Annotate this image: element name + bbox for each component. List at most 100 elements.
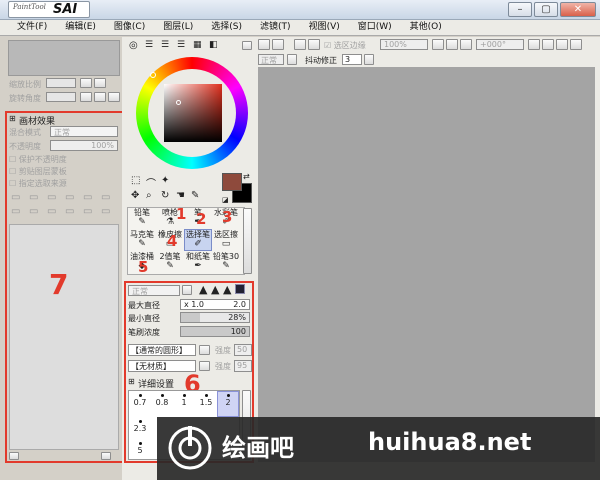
max-size-field[interactable]: x 1.0 2.0 — [180, 299, 250, 310]
draw-mode-button[interactable] — [287, 54, 297, 65]
rgb-slider-tab-icon[interactable]: ☰ — [145, 40, 153, 50]
tool-pencil-30[interactable]: 铅笔30 ✎ — [212, 252, 240, 272]
new-layerset-icon[interactable]: ▭ — [29, 192, 38, 203]
minimize-button[interactable]: – — [508, 2, 532, 17]
tool-washi-pen[interactable]: 和纸笔 ✒ — [184, 252, 212, 272]
rect-select-icon[interactable]: ⬚ — [131, 175, 140, 186]
hand-icon[interactable]: ☚ — [176, 190, 185, 201]
menu-image[interactable]: 图像(C) — [105, 20, 154, 35]
lasso-icon[interactable]: ⌒ — [146, 175, 156, 190]
menu-view[interactable]: 视图(V) — [300, 20, 349, 35]
brush-size-1-5[interactable]: 1.5 — [195, 392, 217, 418]
clear-layer-icon[interactable]: ▭ — [83, 192, 92, 203]
sv-picker-handle[interactable] — [176, 100, 181, 105]
saturation-value-square[interactable] — [164, 84, 222, 142]
layer-merge-down-icon[interactable]: ▭ — [65, 206, 74, 217]
shape-round-icon[interactable]: ▲ — [211, 283, 219, 296]
navigator-preview[interactable] — [8, 40, 120, 76]
swatch-tab-icon[interactable]: ▦ — [193, 40, 202, 50]
move-icon[interactable]: ✥ — [131, 190, 139, 201]
rotate-icon[interactable]: ↻ — [161, 190, 169, 201]
primary-color-swatch[interactable] — [222, 173, 242, 191]
rotate-right-button[interactable] — [94, 92, 106, 102]
menu-file[interactable]: 文件(F) — [8, 20, 56, 35]
opacity-slider[interactable]: 100% — [50, 140, 118, 151]
detail-expand-icon[interactable]: ⊞ — [128, 377, 135, 386]
draw-mode-select[interactable]: 正常 — [258, 54, 284, 65]
rotate-reset-canvas-button[interactable] — [556, 39, 568, 50]
tool-select-pen[interactable]: 选择笔 ✐ — [184, 229, 212, 251]
drawing-canvas[interactable] — [258, 67, 595, 462]
brush-mode-select[interactable]: 正常 — [128, 285, 180, 296]
tool-binary-pen[interactable]: 2值笔 ✎ — [156, 252, 184, 272]
menu-filter[interactable]: 滤镜(T) — [251, 20, 300, 35]
flip-button[interactable] — [570, 39, 582, 50]
hue-picker-handle[interactable] — [150, 72, 156, 78]
selection-visible-button[interactable] — [308, 39, 320, 50]
angle-field[interactable] — [46, 92, 76, 102]
layer-list[interactable] — [9, 224, 119, 450]
merge-layer-icon[interactable]: ▭ — [65, 192, 74, 203]
zoom-select[interactable]: 100% — [380, 39, 428, 50]
zoom-field[interactable] — [46, 78, 76, 88]
select-all-button[interactable] — [258, 39, 270, 50]
shape-strength-field[interactable]: 50 — [234, 344, 252, 356]
angle-select[interactable]: +000° — [476, 39, 524, 50]
restore-button[interactable]: ▢ — [534, 2, 558, 17]
layer-trash-icon[interactable]: ▭ — [101, 206, 110, 217]
reset-colors-icon[interactable]: ◪ — [222, 196, 229, 204]
layer-scroll-right[interactable] — [101, 452, 111, 460]
menu-window[interactable]: 窗口(W) — [349, 20, 401, 35]
brush-size-0-8[interactable]: 0.8 — [151, 392, 173, 418]
menu-layer[interactable]: 图层(L) — [154, 20, 202, 35]
layer-mask-icon[interactable]: ▭ — [11, 206, 20, 217]
rotate-ccw-button[interactable] — [528, 39, 540, 50]
density-slider[interactable]: 100 — [180, 326, 250, 337]
tool-marker[interactable]: 马克笔 ✎ — [128, 230, 156, 250]
brush-size-2[interactable]: 2 — [217, 391, 239, 417]
brush-shape-select[interactable]: 【通常的圆形】 — [128, 344, 196, 356]
shape-square-icon[interactable] — [235, 284, 245, 294]
shape-flat-icon[interactable]: ▲ — [199, 283, 207, 296]
layer-up-icon[interactable]: ▭ — [29, 206, 38, 217]
brush-size-1[interactable]: 1 — [173, 392, 195, 418]
stabilizer-select[interactable]: 3 — [342, 54, 362, 65]
menu-edit[interactable]: 编辑(E) — [56, 20, 105, 35]
zoom-plus-button[interactable] — [446, 39, 458, 50]
checkbox-selection-source[interactable]: ☐ 指定选取来源 — [9, 178, 67, 189]
layer-lock-icon[interactable]: ▭ — [83, 206, 92, 217]
shape-soft-icon[interactable]: ▲ — [223, 283, 231, 296]
tool-select-eraser[interactable]: 选区擦 ▭ — [212, 230, 240, 250]
blend-mode-select[interactable]: 正常 — [50, 126, 118, 137]
invert-selection-button[interactable] — [294, 39, 306, 50]
zoom-icon[interactable]: ⌕ — [146, 190, 152, 201]
checkbox-clipping-mask[interactable]: ☐ 剪贴图层蒙板 — [9, 166, 67, 177]
gradient-tab-icon[interactable]: ☰ — [177, 40, 185, 50]
color-wheel-tab-icon[interactable]: ◎ — [129, 40, 138, 51]
brush-shape-dropdown[interactable] — [199, 345, 210, 355]
brush-size-0-7[interactable]: 0.7 — [129, 392, 151, 418]
zoom-in-button[interactable] — [94, 78, 106, 88]
swap-colors-icon[interactable]: ⇄ — [243, 172, 250, 181]
zoom-out-button[interactable] — [80, 78, 92, 88]
tool-scrollbar[interactable] — [243, 208, 252, 274]
menu-other[interactable]: 其他(O) — [401, 20, 451, 35]
tool-pencil[interactable]: 铅笔 ✎ — [128, 208, 156, 228]
menu-select[interactable]: 选择(S) — [202, 20, 251, 35]
eyedropper-icon[interactable]: ✎ — [191, 190, 199, 201]
rotate-left-button[interactable] — [80, 92, 92, 102]
antialias-checkbox[interactable]: ☑ 选区边缘 — [324, 40, 366, 51]
zoom-reset-button[interactable] — [460, 39, 472, 50]
zoom-minus-button[interactable] — [432, 39, 444, 50]
checkbox-protect-opacity[interactable]: ☐ 保护不透明度 — [9, 154, 67, 165]
layer-scroll-left[interactable] — [9, 452, 19, 460]
layer-down-icon[interactable]: ▭ — [47, 206, 56, 217]
hsv-slider-tab-icon[interactable]: ☰ — [161, 40, 169, 50]
stabilizer-dropdown[interactable] — [364, 54, 374, 65]
magic-wand-icon[interactable]: ✦ — [161, 175, 169, 186]
copy-layer-icon[interactable]: ▭ — [47, 192, 56, 203]
brush-mode-button[interactable] — [182, 285, 192, 295]
color-panel-menu-button[interactable] — [242, 41, 252, 50]
delete-layer-icon[interactable]: ▭ — [101, 192, 110, 203]
brush-size-5[interactable]: 5 — [129, 440, 151, 466]
